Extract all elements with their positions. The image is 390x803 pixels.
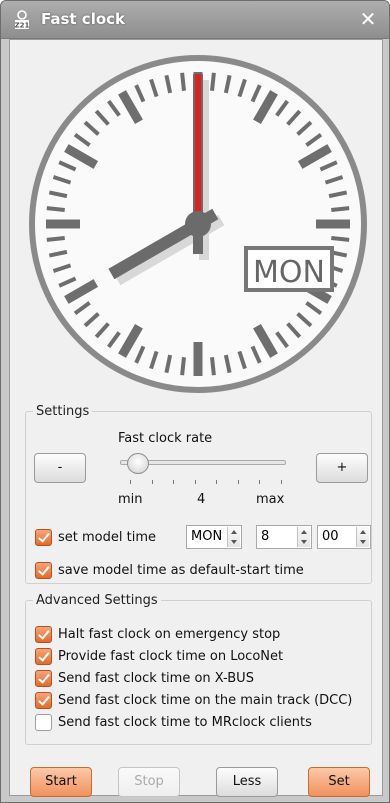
advanced-option-label: Halt fast clock on emergency stop bbox=[58, 627, 281, 642]
set-model-time-checkbox[interactable] bbox=[35, 529, 52, 546]
slider-tick bbox=[173, 480, 174, 484]
slider-tick bbox=[259, 480, 260, 484]
start-button[interactable]: Start bbox=[30, 767, 92, 797]
slider-tick bbox=[216, 480, 217, 484]
advanced-option-label: Send fast clock time to MRclock clients bbox=[58, 715, 312, 730]
slider-tick bbox=[130, 480, 131, 484]
rate-min-label: min bbox=[118, 492, 143, 507]
clock-center-cap bbox=[185, 211, 211, 237]
minute-value: 00 bbox=[322, 529, 339, 544]
less-button[interactable]: Less bbox=[216, 767, 278, 797]
advanced-option-checkbox[interactable] bbox=[35, 670, 52, 687]
minute-mark bbox=[180, 72, 186, 91]
slider-tick bbox=[237, 480, 239, 484]
app-icon: Z21 bbox=[15, 10, 30, 30]
hour-spin-arrows-icon[interactable] bbox=[297, 527, 310, 547]
slider-tick bbox=[194, 480, 196, 484]
day-value: MON bbox=[191, 529, 223, 544]
rate-label: Fast clock rate bbox=[118, 431, 213, 446]
advanced-option-checkbox[interactable] bbox=[35, 692, 52, 709]
hour-value: 8 bbox=[261, 529, 270, 544]
advanced-option-checkbox[interactable] bbox=[35, 626, 52, 643]
title-bar[interactable]: Z21 Fast clock ✕ bbox=[1, 1, 389, 39]
minute-spinbox[interactable]: 00 bbox=[317, 525, 371, 549]
minute-mark bbox=[331, 236, 350, 242]
rate-decrease-button[interactable]: - bbox=[34, 453, 86, 483]
day-spin-arrows-icon[interactable] bbox=[227, 527, 240, 547]
hour-spinbox[interactable]: 8 bbox=[256, 525, 312, 549]
minute-spin-arrows-icon[interactable] bbox=[356, 527, 369, 547]
minute-mark bbox=[210, 72, 216, 91]
analog-clock: MON bbox=[29, 55, 367, 393]
rate-value-label: 4 bbox=[197, 492, 206, 507]
slider-handle[interactable] bbox=[127, 453, 150, 474]
advanced-option-label: Send fast clock time on the main track (… bbox=[58, 693, 353, 708]
minute-mark bbox=[331, 206, 350, 212]
rate-max-label: max bbox=[256, 492, 285, 507]
minute-mark bbox=[46, 236, 65, 242]
window-title: Fast clock bbox=[41, 10, 126, 28]
fast-clock-window: Z21 Fast clock ✕ MON Settings Fast clock… bbox=[0, 0, 390, 803]
settings-legend: Settings bbox=[36, 404, 90, 419]
day-spinbox[interactable]: MON bbox=[186, 525, 242, 549]
minute-mark bbox=[210, 357, 216, 376]
weekday-text: MON bbox=[253, 255, 325, 290]
set-model-time-label: set model time bbox=[58, 530, 156, 545]
advanced-option-checkbox[interactable] bbox=[35, 714, 52, 731]
minute-mark bbox=[180, 357, 186, 376]
slider-tick bbox=[280, 480, 282, 484]
client-area: MON Settings Fast clock rate - min 4 max… bbox=[9, 39, 383, 797]
save-default-time-checkbox[interactable] bbox=[35, 562, 52, 579]
save-default-time-label: save model time as default-start time bbox=[58, 563, 304, 578]
stop-button[interactable]: Stop bbox=[118, 767, 180, 797]
set-button[interactable]: Set bbox=[308, 767, 370, 797]
advanced-option-checkbox[interactable] bbox=[35, 648, 52, 665]
svg-text:Z21: Z21 bbox=[15, 22, 30, 30]
advanced-option-label: Send fast clock time on X-BUS bbox=[58, 671, 254, 686]
advanced-option-label: Provide fast clock time on LocoNet bbox=[58, 649, 284, 664]
rate-increase-button[interactable]: + bbox=[316, 453, 368, 483]
advanced-settings-legend: Advanced Settings bbox=[36, 593, 158, 608]
slider-tick bbox=[151, 480, 153, 484]
close-icon[interactable]: ✕ bbox=[357, 7, 379, 31]
minute-mark bbox=[46, 206, 65, 212]
